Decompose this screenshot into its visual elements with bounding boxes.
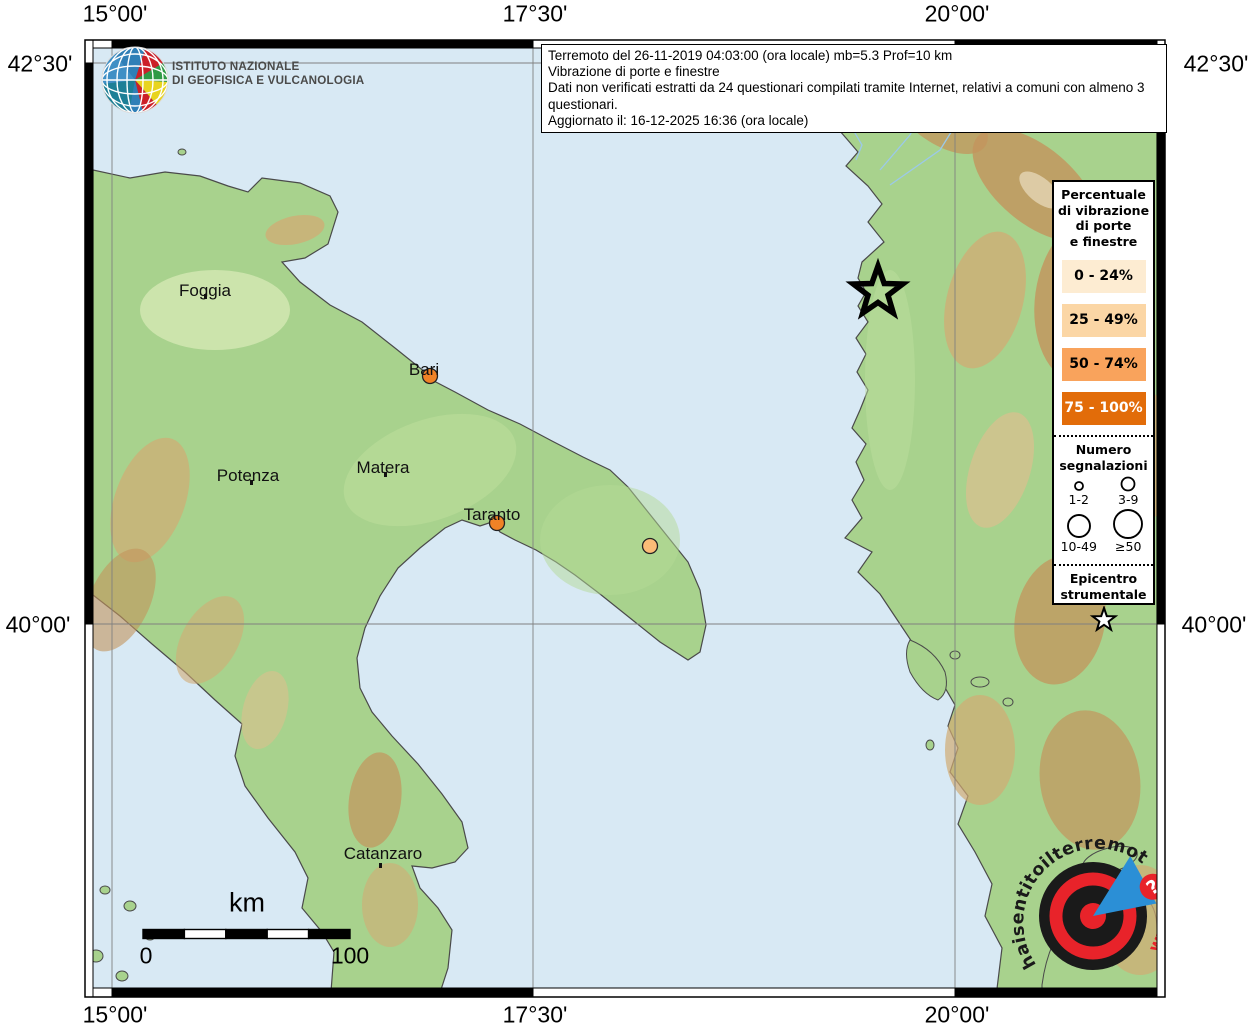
earthquake-info-box: Terremoto del 26-11-2019 04:03:00 (ora l… <box>541 44 1167 133</box>
legend-divider-1 <box>1054 435 1153 437</box>
ingv-line1: ISTITUTO NAZIONALE <box>172 59 364 73</box>
ingv-line2: DI GEOFISICA E VULCANOLOGIA <box>172 73 364 87</box>
info-line-source: Dati non verificati estratti da 24 quest… <box>548 80 1160 112</box>
scalebar-unit-label: km <box>229 888 265 919</box>
info-line-effect: Vibrazione di porte e finestre <box>548 64 1160 80</box>
signal-circle-small-icon <box>1064 478 1094 492</box>
signal-bin-label: 10-49 <box>1061 540 1097 554</box>
coord-top-20: 20°00' <box>925 1 990 28</box>
legend-box: Percentuale di vibrazione di porte e fin… <box>1052 180 1155 605</box>
coord-left-40: 40°00' <box>6 612 71 639</box>
scalebar-start-label: 0 <box>140 943 153 970</box>
coord-top-1730: 17°30' <box>503 1 568 28</box>
coord-right-4230: 42°30' <box>1184 51 1249 78</box>
city-label-potenza: Potenza <box>217 466 279 486</box>
signal-circle-xlarge-icon <box>1109 507 1147 539</box>
city-label-matera: Matera <box>357 458 410 478</box>
epicenter-star-legend-icon <box>1087 606 1121 634</box>
info-line-updated: Aggiornato il: 16-12-2025 16:36 (ora loc… <box>548 113 1160 129</box>
ingv-wordmark: ISTITUTO NAZIONALE DI GEOFISICA E VULCAN… <box>172 59 364 87</box>
coord-bottom-1730: 17°30' <box>503 1002 568 1024</box>
legend-divider-2 <box>1054 564 1153 566</box>
city-label-bari: Bari <box>409 360 439 380</box>
legend-percent-title: Percentuale di vibrazione di porte e fin… <box>1054 187 1153 249</box>
city-label-taranto: Taranto <box>464 505 521 525</box>
legend-signal-sizes: 1-2 3-9 10-49 ≥50 <box>1054 475 1153 554</box>
signal-circle-medium-icon <box>1113 475 1143 492</box>
signal-bin-label: 1-2 <box>1069 493 1089 507</box>
ingv-globe-icon <box>102 47 168 113</box>
legend-class-75-100: 75 - 100% <box>1062 392 1146 425</box>
signal-circle-large-icon <box>1062 511 1096 539</box>
legend-class-0-24: 0 - 24% <box>1062 260 1146 293</box>
seismic-intensity-map-page: ? haisentitoilterremoto.it www. <box>0 0 1254 1024</box>
legend-class-25-49: 25 - 49% <box>1062 304 1146 337</box>
observation-dot-salento <box>643 539 658 554</box>
signal-bin-label: ≥50 <box>1115 540 1141 554</box>
legend-signals-title: Numero segnalazioni <box>1054 442 1153 473</box>
legend-epicenter-symbol <box>1054 606 1153 638</box>
scale-bar <box>143 930 350 939</box>
coord-bottom-15: 15°00' <box>83 1002 148 1024</box>
city-label-catanzaro: Catanzaro <box>344 844 422 864</box>
signal-bin-label: 3-9 <box>1118 493 1138 507</box>
legend-epicenter-title: Epicentro strumentale <box>1054 571 1153 602</box>
coord-top-15: 15°00' <box>83 1 148 28</box>
info-line-event: Terremoto del 26-11-2019 04:03:00 (ora l… <box>548 48 1160 64</box>
city-label-foggia: Foggia <box>179 281 231 301</box>
coord-bottom-20: 20°00' <box>925 1002 990 1024</box>
coord-right-40: 40°00' <box>1182 612 1247 639</box>
coord-left-4230: 42°30' <box>8 51 73 78</box>
scalebar-end-label: 100 <box>331 943 369 970</box>
legend-class-50-74: 50 - 74% <box>1062 348 1146 381</box>
